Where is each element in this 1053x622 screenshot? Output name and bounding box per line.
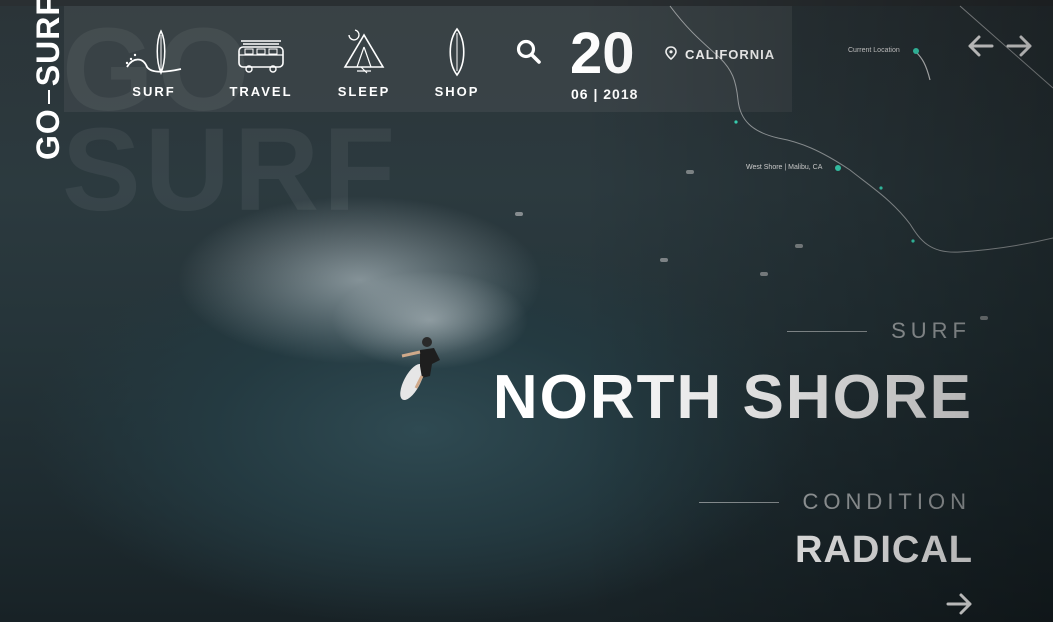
- date-month-year: 06 | 2018: [571, 86, 639, 102]
- brand-go: GO: [30, 108, 66, 160]
- brand-logo[interactable]: GO SURF: [30, 0, 67, 160]
- hero-stage: GO SURF GO SURF SURF TRAVEL SLEEP SHOP 2…: [0, 0, 1053, 622]
- kicker-line: [787, 330, 868, 332]
- search-icon[interactable]: [515, 38, 543, 71]
- surfer-figure: [400, 337, 440, 401]
- coastline-map: [669, 5, 1053, 253]
- nav-label-surf: SURF: [132, 84, 176, 99]
- next-arrow-button[interactable]: [1006, 34, 1034, 63]
- kicker-line: [698, 501, 779, 503]
- surf-wave-icon: [109, 26, 199, 78]
- surfboard-icon: [412, 26, 502, 78]
- date-day: 20: [570, 21, 635, 86]
- condition-kicker-text: CONDITION: [802, 489, 971, 514]
- hero-kicker: SURF: [787, 318, 971, 344]
- current-location-label: Current Location: [848, 47, 900, 54]
- arrow-right-icon: [946, 593, 972, 615]
- distant-surfer: [980, 316, 988, 320]
- van-icon: [216, 26, 306, 78]
- nav-label-travel: TRAVEL: [229, 84, 293, 99]
- condition-kicker: CONDITION: [698, 489, 971, 515]
- nav-label-shop: SHOP: [434, 84, 480, 99]
- arrow-left-icon: [968, 35, 994, 57]
- nav-item-shop[interactable]: SHOP: [412, 26, 502, 99]
- nav-label-sleep: SLEEP: [337, 84, 391, 99]
- brand-surf: SURF: [30, 0, 66, 87]
- nav-item-sleep[interactable]: SLEEP: [319, 26, 409, 99]
- hero-kicker-text: SURF: [891, 318, 971, 343]
- spot-label[interactable]: West Shore | Malibu, CA: [746, 164, 822, 171]
- prev-arrow-button[interactable]: [966, 34, 994, 63]
- nav-item-travel[interactable]: TRAVEL: [216, 26, 306, 99]
- hero-next-button[interactable]: [946, 592, 974, 621]
- tent-icon: [319, 26, 409, 78]
- brand-dash: [47, 90, 50, 105]
- arrow-right-icon: [1006, 35, 1032, 57]
- condition-value: RADICAL: [795, 529, 973, 571]
- distant-surfer: [760, 272, 768, 276]
- nav-item-surf[interactable]: SURF: [109, 26, 199, 99]
- hero-title: NORTH SHORE: [492, 363, 973, 432]
- distant-surfer: [515, 212, 523, 216]
